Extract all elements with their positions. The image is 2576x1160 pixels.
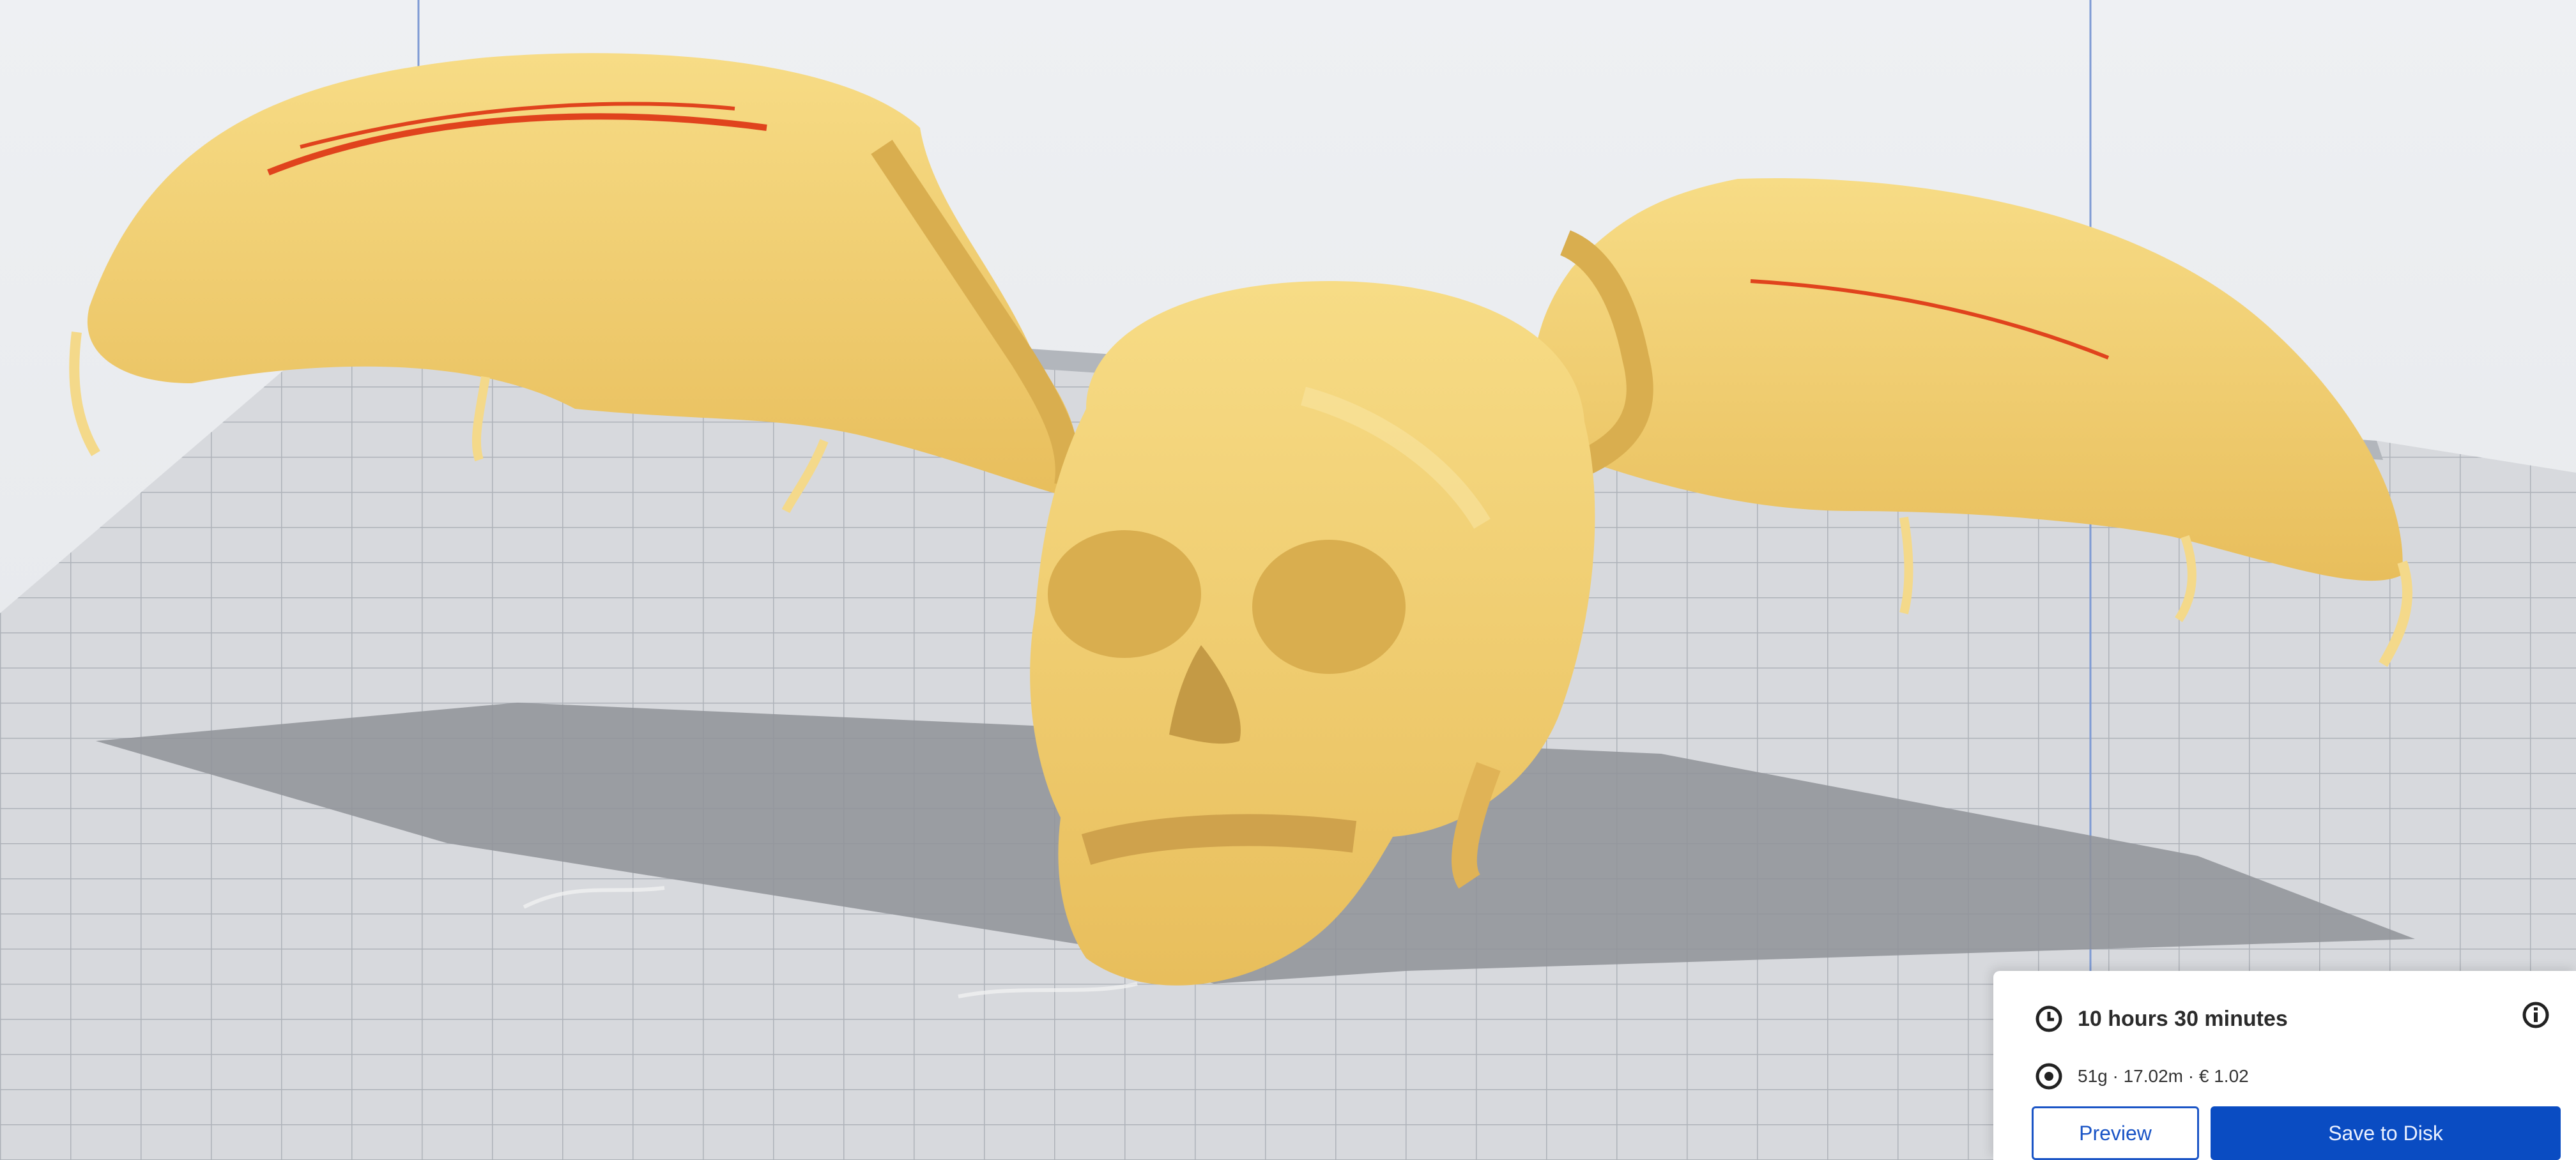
left-eye-socket	[1048, 530, 1201, 658]
save-to-disk-button[interactable]: Save to Disk	[2211, 1106, 2561, 1160]
right-eye-socket	[1252, 540, 1406, 674]
print-time-row: 10 hours 30 minutes	[2034, 1004, 2288, 1034]
material-row: 51g · 17.02m · € 1.02	[2034, 1062, 2249, 1091]
print-summary-panel: 10 hours 30 minutes 51g · 17.02m · € 1.0…	[1993, 971, 2576, 1160]
preview-button[interactable]: Preview	[2032, 1106, 2199, 1160]
material-usage-label: 51g · 17.02m · € 1.02	[2078, 1066, 2249, 1086]
print-time-label: 10 hours 30 minutes	[2078, 1006, 2288, 1031]
clock-icon	[2035, 1005, 2062, 1032]
info-icon[interactable]	[2521, 1000, 2550, 1030]
spool-icon	[2035, 1063, 2062, 1090]
